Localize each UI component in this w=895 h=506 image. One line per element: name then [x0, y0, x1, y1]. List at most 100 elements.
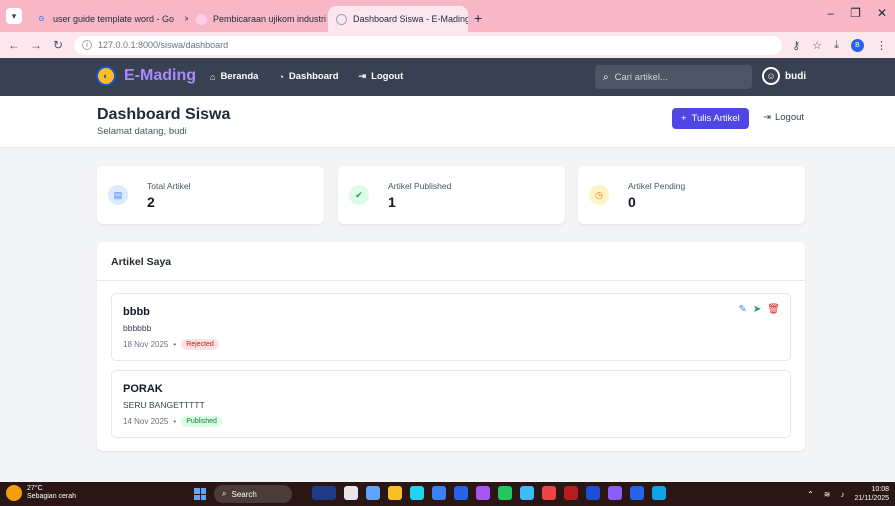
divider: [97, 280, 805, 281]
search-icon: ⌕: [603, 71, 609, 83]
search-input[interactable]: [614, 71, 735, 83]
taskbar-apps: [312, 486, 666, 500]
windows-start-icon[interactable]: [194, 488, 206, 500]
vscode-icon[interactable]: [454, 486, 468, 500]
taskbar-search[interactable]: ⌕ Search: [214, 485, 292, 503]
app-icon[interactable]: [476, 486, 490, 500]
site-info-icon[interactable]: i: [82, 40, 92, 50]
brand[interactable]: ◐ E-Mading: [96, 66, 196, 86]
chevron-up-icon[interactable]: ⌃: [807, 490, 814, 499]
telegram-icon[interactable]: [520, 486, 534, 500]
browser-actions: ⚷ ☆ ⤓ B ⋮: [792, 38, 887, 52]
article-excerpt: SERU BANGETTTTT: [123, 400, 205, 410]
my-articles-panel: Artikel Saya bbbb bbbbbb 18 Nov 2025 • R…: [97, 242, 805, 451]
newspaper-icon: ▤: [108, 185, 128, 205]
logo-icon: ◐: [96, 66, 116, 86]
word-icon[interactable]: [630, 486, 644, 500]
dashboard-icon: ◔: [278, 71, 284, 82]
write-article-button[interactable]: + Tulis Artikel: [672, 108, 749, 129]
url-field[interactable]: i 127.0.0.1:8000/siswa/dashboard: [74, 35, 783, 55]
edit-icon[interactable]: ✎: [739, 304, 747, 315]
os-taskbar: 27°C Sebagian cerah ⌕ Search ⌃ ≋ ♪ 10:08…: [0, 482, 895, 506]
download-icon[interactable]: ⤓: [834, 39, 839, 52]
plus-icon: +: [681, 113, 687, 124]
volume-icon[interactable]: ♪: [840, 490, 844, 499]
search-box: ⌕: [595, 65, 752, 89]
restore-icon[interactable]: ❐: [850, 6, 861, 20]
status-badge: Rejected: [181, 339, 219, 350]
page-subtitle: Selamat datang, budi: [97, 126, 187, 137]
article-date: 18 Nov 2025: [123, 340, 169, 349]
nav-beranda[interactable]: ⌂ Beranda: [210, 71, 258, 82]
browser-tabbar: ▾ G user guide template word - Go × Pemb…: [0, 0, 895, 32]
stat-card-total: ▤ Total Artikel 2: [97, 166, 324, 224]
close-window-icon[interactable]: ✕: [877, 6, 887, 20]
page-header: Dashboard Siswa Selamat datang, budi + T…: [0, 96, 895, 148]
nav-links: ⌂ Beranda ◔ Dashboard ⇥ Logout: [210, 71, 403, 82]
weather-widget[interactable]: 27°C Sebagian cerah: [6, 485, 76, 501]
app-icon[interactable]: [586, 486, 600, 500]
article-excerpt: bbbbbb: [123, 323, 152, 333]
stat-card-published: ✔ Artikel Published 1: [338, 166, 565, 224]
bookmark-star-icon[interactable]: ☆: [812, 39, 822, 52]
tab-search-button[interactable]: ▾: [6, 8, 22, 24]
article-title: bbbb: [123, 306, 150, 318]
search-icon: ⌕: [222, 489, 227, 498]
store-icon[interactable]: [432, 486, 446, 500]
browser-tab-3[interactable]: Dashboard Siswa - E-Mading ×: [328, 6, 468, 32]
panel-title: Artikel Saya: [111, 256, 172, 268]
article-meta: 18 Nov 2025 • Rejected: [123, 339, 219, 350]
home-icon: ⌂: [210, 71, 216, 82]
app-icon[interactable]: [652, 486, 666, 500]
brand-name: E-Mading: [124, 67, 196, 84]
article-actions: ✎ ➤ 🗑: [739, 304, 780, 315]
logout-button[interactable]: ⇥ Logout: [763, 112, 804, 123]
browser-menu-icon[interactable]: ⋮: [876, 39, 887, 52]
system-tray: ⌃ ≋ ♪ 10:08 21/11/2025: [807, 485, 889, 503]
status-badge: Published: [181, 416, 222, 427]
globe-icon: [336, 13, 347, 25]
clock-icon: ◷: [589, 185, 609, 205]
netflix-icon[interactable]: [564, 486, 578, 500]
spotify-icon[interactable]: [498, 486, 512, 500]
username: budi: [785, 70, 807, 82]
logout-icon: ⇥: [358, 71, 367, 81]
wifi-icon[interactable]: ≋: [824, 490, 831, 499]
widgets-icon[interactable]: [312, 486, 336, 500]
stat-card-pending: ◷ Artikel Pending 0: [578, 166, 805, 224]
profile-avatar[interactable]: B: [851, 38, 864, 52]
article-title: PORAK: [123, 383, 163, 395]
browser-tab-2[interactable]: Pembicaraan ujikom industri ×: [188, 6, 328, 32]
chat-icon: [196, 13, 207, 25]
copilot-icon[interactable]: [366, 486, 380, 500]
check-icon: ✔: [349, 185, 369, 205]
app-icon[interactable]: [608, 486, 622, 500]
edge-icon[interactable]: [410, 486, 424, 500]
logout-icon: ⇥: [763, 112, 771, 123]
send-icon[interactable]: ➤: [753, 304, 761, 315]
nav-dashboard[interactable]: ◔ Dashboard: [278, 71, 338, 82]
nav-logout[interactable]: ⇥ Logout: [359, 71, 404, 82]
article-item: bbbb bbbbbb 18 Nov 2025 • Rejected ✎ ➤ 🗑: [111, 293, 791, 361]
app-navbar: ◐ E-Mading ⌂ Beranda ◔ Dashboard ⇥ Logou…: [0, 58, 895, 96]
key-icon[interactable]: ⚷: [792, 39, 800, 52]
file-explorer-icon[interactable]: [388, 486, 402, 500]
forward-icon[interactable]: →: [30, 38, 42, 52]
window-controls: – ❐ ✕: [827, 6, 887, 20]
new-tab-button[interactable]: +: [474, 10, 482, 26]
weather-sun-icon: [6, 485, 22, 501]
browser-tab-1[interactable]: G user guide template word - Go ×: [28, 6, 188, 32]
clock[interactable]: 10:08 21/11/2025: [854, 485, 889, 503]
chrome-icon[interactable]: [542, 486, 556, 500]
user-menu[interactable]: ☺ budi: [762, 67, 806, 85]
minimize-icon[interactable]: –: [827, 6, 834, 20]
article-date: 14 Nov 2025: [123, 417, 169, 426]
trash-icon[interactable]: 🗑: [767, 304, 780, 315]
article-meta: 14 Nov 2025 • Published: [123, 416, 222, 427]
task-view-icon[interactable]: [344, 486, 358, 500]
google-icon: G: [38, 15, 45, 23]
article-item: PORAK SERU BANGETTTTT 14 Nov 2025 • Publ…: [111, 370, 791, 438]
user-avatar-icon: ☺: [762, 67, 780, 85]
reload-icon[interactable]: ↻: [52, 38, 64, 52]
back-icon[interactable]: ←: [8, 38, 20, 52]
